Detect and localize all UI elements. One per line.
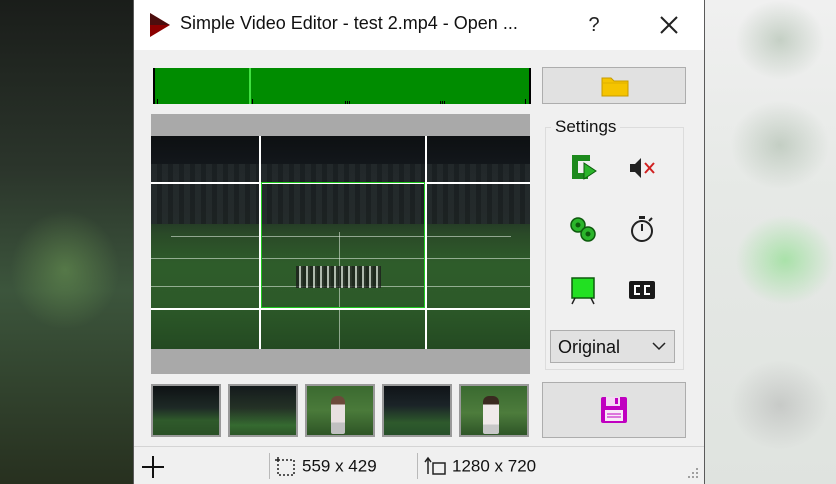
close-icon[interactable]: [648, 8, 690, 42]
thumbnail-5[interactable]: [459, 384, 529, 437]
crop-frame-icon[interactable]: [566, 273, 600, 307]
title-bar[interactable]: Simple Video Editor - test 2.mp4 - Open …: [134, 0, 704, 50]
thumbnail-2[interactable]: [228, 384, 298, 437]
open-file-button[interactable]: [542, 67, 686, 104]
window-title: Simple Video Editor - test 2.mp4 - Open …: [180, 13, 518, 33]
video-resolution-status: 1280 x 720: [424, 456, 536, 478]
selection-size-status: 559 x 429: [274, 456, 377, 478]
status-bar: 559 x 429 1280 x 720: [134, 446, 704, 484]
app-window: Simple Video Editor - test 2.mp4 - Open …: [133, 0, 705, 484]
video-resolution-text: 1280 x 720: [452, 456, 537, 476]
chevron-down-icon: [652, 342, 666, 351]
mute-icon[interactable]: [625, 151, 659, 185]
selection-size-text: 559 x 429: [302, 456, 377, 476]
quality-select-value: Original: [558, 337, 621, 357]
settings-label: Settings: [551, 117, 621, 137]
app-play-icon: [150, 13, 170, 37]
thumbnail-4[interactable]: [382, 384, 452, 437]
subtitles-icon[interactable]: [625, 273, 659, 307]
help-button[interactable]: ?: [574, 8, 614, 42]
video-frame-image: [151, 136, 530, 349]
video-preview[interactable]: [151, 114, 530, 374]
convert-icon[interactable]: [566, 212, 600, 246]
thumbnail-3[interactable]: [305, 384, 375, 437]
quality-select[interactable]: Original: [550, 330, 675, 363]
desktop-background-right: [705, 0, 836, 484]
resize-grip-icon[interactable]: [686, 466, 700, 480]
crop-selection[interactable]: [261, 182, 425, 308]
folder-icon: [601, 77, 629, 97]
rotate-icon[interactable]: [566, 151, 600, 185]
timeline-bar[interactable]: [153, 68, 531, 104]
timeline-playhead[interactable]: [249, 68, 251, 104]
crop-guide-bottom[interactable]: [151, 308, 530, 310]
plus-icon[interactable]: [140, 454, 166, 480]
save-button[interactable]: [542, 382, 686, 438]
timer-icon[interactable]: [625, 212, 659, 246]
desktop-background-left: [0, 0, 133, 484]
thumbnail-1[interactable]: [151, 384, 221, 437]
resize-icon: [424, 456, 446, 475]
floppy-disk-icon: [601, 397, 627, 423]
crop-guide-right[interactable]: [425, 136, 427, 349]
selection-icon: [275, 457, 295, 476]
